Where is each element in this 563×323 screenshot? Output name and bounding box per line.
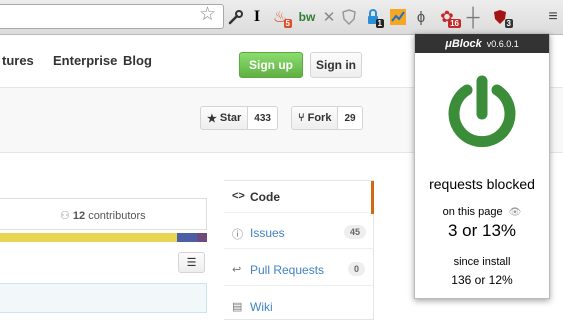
- contributors-link[interactable]: ⚇ 12 contributors: [60, 209, 146, 222]
- fire-extension-icon[interactable]: ♨ 5: [268, 6, 292, 28]
- language-segment-blue: [177, 233, 197, 242]
- link-extension-icon[interactable]: ɸ: [413, 6, 429, 28]
- contributors-label: contributors: [88, 210, 146, 222]
- star-label: Star: [219, 112, 242, 124]
- language-bar: [0, 233, 207, 242]
- on-this-page-row: on this page 👁: [415, 206, 549, 218]
- star-button[interactable]: ★ Star 433: [200, 106, 278, 130]
- sign-in-button[interactable]: Sign in: [310, 52, 362, 78]
- nav-features-link[interactable]: tures: [2, 53, 34, 68]
- extension-badge: 1: [375, 19, 384, 28]
- crosshair-extension-icon[interactable]: ┼: [463, 6, 483, 28]
- popup-header: μBlock v0.6.0.1: [415, 34, 549, 53]
- address-bar[interactable]: [0, 4, 224, 29]
- bookmark-star-icon[interactable]: ☆: [199, 4, 216, 26]
- sidebar-item-code[interactable]: <> Code: [224, 181, 374, 213]
- star-icon: ★: [207, 112, 217, 125]
- fork-label: Fork: [307, 112, 332, 124]
- sidebar-item-label: Wiki: [250, 300, 273, 314]
- repo-summary: ⚇ 12 contributors: [0, 198, 207, 230]
- lock-extension-icon[interactable]: 1: [361, 6, 385, 28]
- active-tab-indicator: [371, 181, 374, 214]
- chart-extension-icon[interactable]: [388, 6, 408, 28]
- fork-count[interactable]: 29: [338, 107, 362, 129]
- pull-request-icon: ↩: [232, 264, 242, 276]
- power-icon: [448, 75, 516, 148]
- ublock-extension-icon[interactable]: 3: [487, 6, 513, 28]
- ibeam-extension-icon[interactable]: I: [249, 6, 265, 28]
- list-view-button[interactable]: ☰: [178, 252, 205, 273]
- on-this-page-value: 3 or 13%: [447, 221, 517, 240]
- requests-blocked-label: requests blocked: [429, 176, 535, 192]
- pin-extension-icon[interactable]: ✕: [320, 6, 338, 28]
- power-button[interactable]: [445, 74, 519, 153]
- sign-up-button[interactable]: Sign up: [239, 52, 303, 78]
- star-count[interactable]: 433: [248, 107, 277, 129]
- sidebar-item-label: Code: [250, 190, 280, 204]
- sidebar-item-issues[interactable]: ⓘ Issues 45: [224, 217, 374, 249]
- ghost-extension-icon[interactable]: ✿ 16: [433, 6, 461, 28]
- list-icon: ☰: [186, 257, 197, 269]
- since-install-value: 136 or 12%: [451, 273, 513, 287]
- eye-slash-icon[interactable]: 👁: [509, 207, 522, 218]
- shield-icon[interactable]: [340, 6, 358, 28]
- pull-requests-count-badge: 0: [348, 262, 366, 276]
- popup-version: v0.6.0.1: [486, 38, 519, 49]
- browser-toolbar: ☆ I ♨ 5 bw ✕ 1 ɸ ✿ 16 ┼ 3 ≡: [0, 0, 563, 35]
- people-icon: ⚇: [60, 210, 70, 222]
- nav-enterprise-link[interactable]: Enterprise: [53, 53, 117, 68]
- issues-count-badge: 45: [344, 225, 367, 239]
- on-this-page-label: on this page: [442, 206, 503, 218]
- extension-badge: 3: [504, 19, 513, 28]
- popup-title: μBlock: [445, 37, 482, 50]
- sidebar-item-wiki[interactable]: ▤ Wiki: [224, 291, 374, 323]
- wiki-icon: ▤: [232, 301, 243, 313]
- ublock-popup: μBlock v0.6.0.1 requests blocked on this…: [414, 33, 550, 299]
- contributors-count: 12: [72, 210, 86, 222]
- code-icon: <>: [232, 190, 245, 202]
- language-segment-yellow: [0, 233, 177, 242]
- extension-badge: 5: [283, 19, 292, 28]
- repo-sidebar-nav: <> Code ⓘ Issues 45 ↩ Pull Requests 0 ▤ …: [224, 180, 374, 320]
- wrench-icon[interactable]: [226, 6, 246, 28]
- menu-icon[interactable]: ≡: [546, 6, 560, 28]
- since-install-label: since install: [453, 256, 511, 268]
- bw-extension-icon[interactable]: bw: [296, 6, 318, 28]
- fork-icon: ⑂: [298, 112, 305, 124]
- issue-icon: ⓘ: [232, 229, 243, 241]
- sidebar-item-label: Pull Requests: [250, 263, 325, 277]
- extension-badge: 16: [448, 19, 461, 28]
- sidebar-item-label: Issues: [250, 226, 285, 240]
- language-segment-purple: [197, 233, 207, 242]
- sidebar-item-pull-requests[interactable]: ↩ Pull Requests 0: [224, 254, 374, 286]
- nav-blog-link[interactable]: Blog: [123, 53, 152, 68]
- fork-button[interactable]: ⑂ Fork 29: [291, 106, 363, 130]
